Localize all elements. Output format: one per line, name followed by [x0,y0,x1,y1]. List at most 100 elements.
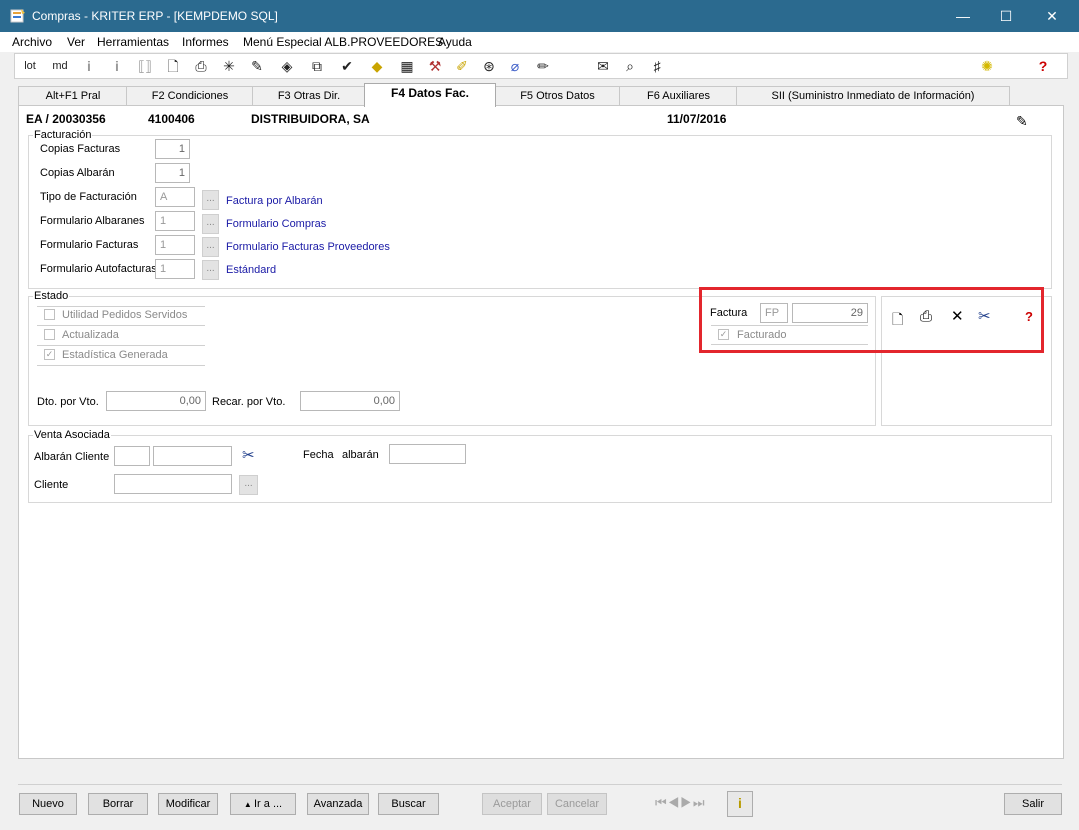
menu-ver[interactable]: Ver [67,35,85,49]
actualizada-checkbox[interactable] [44,329,55,340]
menu-archivo[interactable]: Archivo [12,35,52,49]
diamond-icon[interactable]: ◈ [277,56,297,76]
copias-facturas-label: Copias Facturas [40,143,121,155]
form-facturas-label: Formulario Facturas [40,239,139,251]
tab-otros-datos[interactable]: F5 Otros Datos [494,86,621,106]
doc-number: EA / 20030356 [26,112,106,126]
tab-pral[interactable]: Alt+F1 Pral [18,86,128,106]
cancelar-button[interactable]: Cancelar [547,793,607,815]
cliente-input[interactable] [114,474,232,494]
close-button[interactable]: ✕ [1029,0,1075,32]
clip-icon[interactable]: ✏ [533,56,553,76]
record-nav-icons[interactable]: ⏮◀▶⏭ [655,795,706,811]
cliente-label: Cliente [34,479,69,491]
tipo-facturacion-desc: Factura por Albarán [226,195,323,207]
tipo-facturacion-lookup-button[interactable]: ... [202,190,219,210]
menu-ayuda[interactable]: Ayuda [438,35,472,49]
minimize-button[interactable]: — [940,0,986,32]
ir-a-button[interactable]: ▲ Ir a ... [230,793,296,815]
estadistica-generada-checkbox[interactable]: ✓ [44,349,55,360]
albaran-cliente-number-input[interactable] [153,446,232,466]
fecha-albaran-input[interactable] [389,444,466,464]
tab-auxiliares[interactable]: F6 Auxiliares [619,86,738,106]
tab-sii[interactable]: SII (Suministro Inmediato de Información… [736,86,1010,106]
ir-a-label: Ir a ... [254,798,283,810]
albaran-cliente-serie-input[interactable] [114,446,150,466]
estadistica-generada-label: Estadística Generada [62,349,168,361]
salir-button[interactable]: Salir [1004,793,1062,815]
form-albaranes-input[interactable]: 1 [155,211,195,231]
info-icon[interactable]: i [79,56,99,76]
disk-icon[interactable]: ⊛ [479,56,499,76]
tipo-facturacion-label: Tipo de Facturación [40,191,137,203]
pen-icon[interactable]: ✐ [452,56,472,76]
supplier-name: DISTRIBUIDORA, SA [251,112,370,126]
form-albaranes-label: Formulario Albaranes [40,215,145,227]
menu-informes[interactable]: Informes [182,35,229,49]
toolbar: lot md i i ⟦⟧ 🗋 ⎙ ✳ ✎ ◈ ⧉ ✔ ◆ ▦ ⚒ ✐ ⊛ ⌀ … [14,53,1068,79]
menu-especial[interactable]: Menú Especial ALB.PROVEEDORES [243,35,443,49]
preview-icon[interactable]: 🗋 [163,56,183,76]
note-icon[interactable]: ✉ [593,56,613,76]
bracket-icon[interactable]: ⟦⟧ [135,56,155,76]
copias-albaran-input[interactable]: 1 [155,163,190,183]
tab-condiciones[interactable]: F2 Condiciones [126,86,254,106]
divider [37,325,205,326]
sparkle-icon[interactable]: ✳ [219,56,239,76]
grid-icon[interactable]: ▦ [397,56,417,76]
borrar-button[interactable]: Borrar [88,793,148,815]
fileedit-icon[interactable]: ✎ [247,56,267,76]
form-facturas-input[interactable]: 1 [155,235,195,255]
check-icon[interactable]: ✔ [337,56,357,76]
maximize-button[interactable]: ☐ [983,0,1029,32]
utilidad-pedidos-checkbox[interactable] [44,309,55,320]
recar-vto-label: Recar. por Vto. [212,396,286,408]
dto-vto-input[interactable]: 0,00 [106,391,206,411]
cliente-lookup-button[interactable]: ... [239,475,258,495]
doc-date: 11/07/2016 [667,112,727,126]
edit-note-icon[interactable]: ✎ [1016,113,1028,130]
form-autofacturas-lookup-button[interactable]: ... [202,260,219,280]
tools-icon[interactable]: ⚒ [425,56,445,76]
print-icon[interactable]: ⎙ [191,56,211,76]
venta-asociada-title: Venta Asociada [33,429,111,441]
supplier-code: 4100406 [148,112,195,126]
warning-icon[interactable]: ◆ [367,56,387,76]
md-button[interactable]: md [49,56,71,76]
lot-button[interactable]: lot [19,56,41,76]
dto-vto-label: Dto. por Vto. [37,396,99,408]
aceptar-button[interactable]: Aceptar [482,793,542,815]
bulb-icon[interactable]: ✺ [977,56,997,76]
albaran-fecha-label: albarán [342,449,379,461]
nuevo-button[interactable]: Nuevo [19,793,77,815]
link-icon[interactable]: ⧉ [307,56,327,76]
divider [37,306,205,307]
albaran-cliente-label: Albarán Cliente [34,451,110,463]
form-autofacturas-desc: Estándard [226,264,277,276]
tab-otras-dir[interactable]: F3 Otras Dir. [252,86,366,106]
form-albaranes-lookup-button[interactable]: ... [202,214,219,234]
utilidad-pedidos-label: Utilidad Pedidos Servidos [62,309,188,321]
cut-albaran-icon[interactable]: ✂ [242,446,255,464]
avanzada-button[interactable]: Avanzada [307,793,369,815]
actualizada-label: Actualizada [62,329,119,341]
app-icon [10,9,25,23]
tab-bar: Alt+F1 Pral F2 Condiciones F3 Otras Dir.… [18,83,1062,107]
modificar-button[interactable]: Modificar [158,793,218,815]
tipo-facturacion-input[interactable]: A [155,187,195,207]
form-autofacturas-input[interactable]: 1 [155,259,195,279]
form-facturas-lookup-button[interactable]: ... [202,237,219,257]
copias-albaran-label: Copias Albarán [40,167,115,179]
help-icon[interactable]: ? [1033,56,1053,76]
hash-icon[interactable]: ♯ [647,56,667,76]
copias-facturas-input[interactable]: 1 [155,139,190,159]
attach-icon[interactable]: ⌀ [505,56,525,76]
tab-datos-fac[interactable]: F4 Datos Fac. [364,83,496,107]
info-button-icon[interactable]: i [727,791,753,817]
info-grey-icon[interactable]: i [107,56,127,76]
search-doc-icon[interactable]: ⌕ [620,56,640,76]
divider [18,784,1062,785]
menu-herramientas[interactable]: Herramientas [97,35,169,49]
recar-vto-input[interactable]: 0,00 [300,391,400,411]
buscar-button[interactable]: Buscar [378,793,439,815]
